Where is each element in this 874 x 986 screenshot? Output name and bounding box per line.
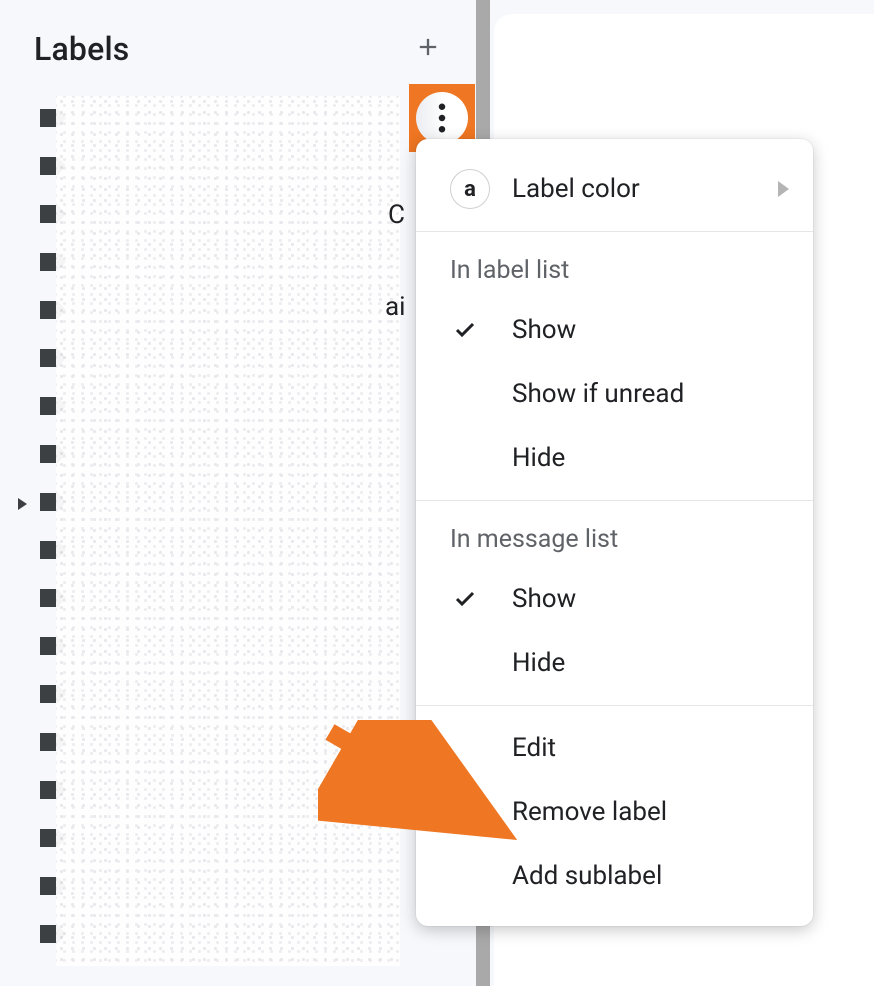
menu-item-label: Label color — [512, 174, 793, 204]
label-tag-icon — [38, 299, 68, 325]
label-tag-icon — [38, 779, 68, 805]
submenu-arrow-icon — [778, 181, 789, 197]
menu-item-label: Show — [512, 584, 793, 614]
label-tag-icon — [38, 107, 68, 133]
label-row[interactable] — [10, 576, 470, 624]
menu-section-header-label-list: In label list — [416, 242, 813, 298]
label-tag-icon — [38, 251, 68, 277]
label-more-options-button[interactable] — [416, 92, 468, 144]
truncated-text: ai — [385, 292, 405, 322]
truncated-text: C — [388, 200, 405, 230]
menu-item-show-if-unread[interactable]: Show if unread — [416, 362, 813, 426]
label-tag-icon — [38, 443, 68, 469]
labels-section-header: Labels — [0, 0, 470, 96]
menu-item-show[interactable]: Show — [416, 567, 813, 631]
label-tag-icon — [38, 539, 68, 565]
menu-item-label: Show if unread — [512, 379, 793, 409]
label-row[interactable] — [10, 432, 470, 480]
label-row[interactable] — [10, 96, 470, 144]
label-row[interactable] — [10, 336, 470, 384]
menu-section-title: In label list — [450, 256, 793, 285]
label-tag-icon — [38, 203, 68, 229]
menu-divider — [416, 231, 813, 232]
labels-sidebar: Labels — [0, 0, 470, 986]
label-tag-icon — [38, 731, 68, 757]
menu-item-add-sublabel[interactable]: Add sublabel — [416, 844, 813, 908]
labels-title: Labels — [34, 30, 129, 68]
check-icon — [450, 587, 480, 611]
label-row[interactable] — [10, 144, 470, 192]
label-tag-icon — [38, 155, 68, 181]
label-tag-icon — [38, 635, 68, 661]
label-row[interactable] — [10, 864, 470, 912]
menu-divider — [416, 705, 813, 706]
menu-item-label: Hide — [512, 443, 793, 473]
menu-item-label: Hide — [512, 648, 793, 678]
label-row[interactable] — [10, 528, 470, 576]
label-context-menu: a Label color In label list Show Show if … — [416, 139, 813, 926]
label-row[interactable] — [10, 240, 470, 288]
menu-section-header-message-list: In message list — [416, 511, 813, 567]
expand-caret-icon[interactable] — [18, 498, 27, 510]
label-tag-icon — [38, 491, 68, 517]
plus-icon — [414, 33, 442, 61]
menu-item-label: Show — [512, 315, 793, 345]
menu-section-title: In message list — [450, 525, 793, 554]
label-tag-icon — [38, 395, 68, 421]
menu-item-label: Edit — [512, 733, 793, 763]
menu-item-hide[interactable]: Hide — [416, 426, 813, 490]
label-row[interactable] — [10, 768, 470, 816]
label-tag-icon — [38, 827, 68, 853]
label-tag-icon — [38, 347, 68, 373]
menu-item-show[interactable]: Show — [416, 298, 813, 362]
label-row[interactable] — [10, 384, 470, 432]
more-vertical-icon — [438, 103, 446, 133]
add-label-button[interactable] — [414, 33, 442, 65]
label-tag-icon — [38, 587, 68, 613]
menu-divider — [416, 500, 813, 501]
label-row[interactable] — [10, 480, 470, 528]
label-tag-icon — [38, 923, 68, 949]
label-row[interactable] — [10, 672, 470, 720]
label-row[interactable] — [10, 720, 470, 768]
menu-item-label-color[interactable]: a Label color — [416, 157, 813, 221]
menu-item-remove-label[interactable]: Remove label — [416, 780, 813, 844]
menu-item-label: Remove label — [512, 797, 793, 827]
label-row[interactable] — [10, 624, 470, 672]
menu-item-hide[interactable]: Hide — [416, 631, 813, 695]
label-tag-icon — [38, 683, 68, 709]
label-color-swatch-icon: a — [450, 169, 490, 209]
label-row[interactable] — [10, 816, 470, 864]
menu-item-edit[interactable]: Edit — [416, 716, 813, 780]
menu-item-label: Add sublabel — [512, 861, 793, 891]
check-icon — [450, 318, 480, 342]
label-tag-icon — [38, 875, 68, 901]
label-row[interactable] — [10, 912, 470, 960]
